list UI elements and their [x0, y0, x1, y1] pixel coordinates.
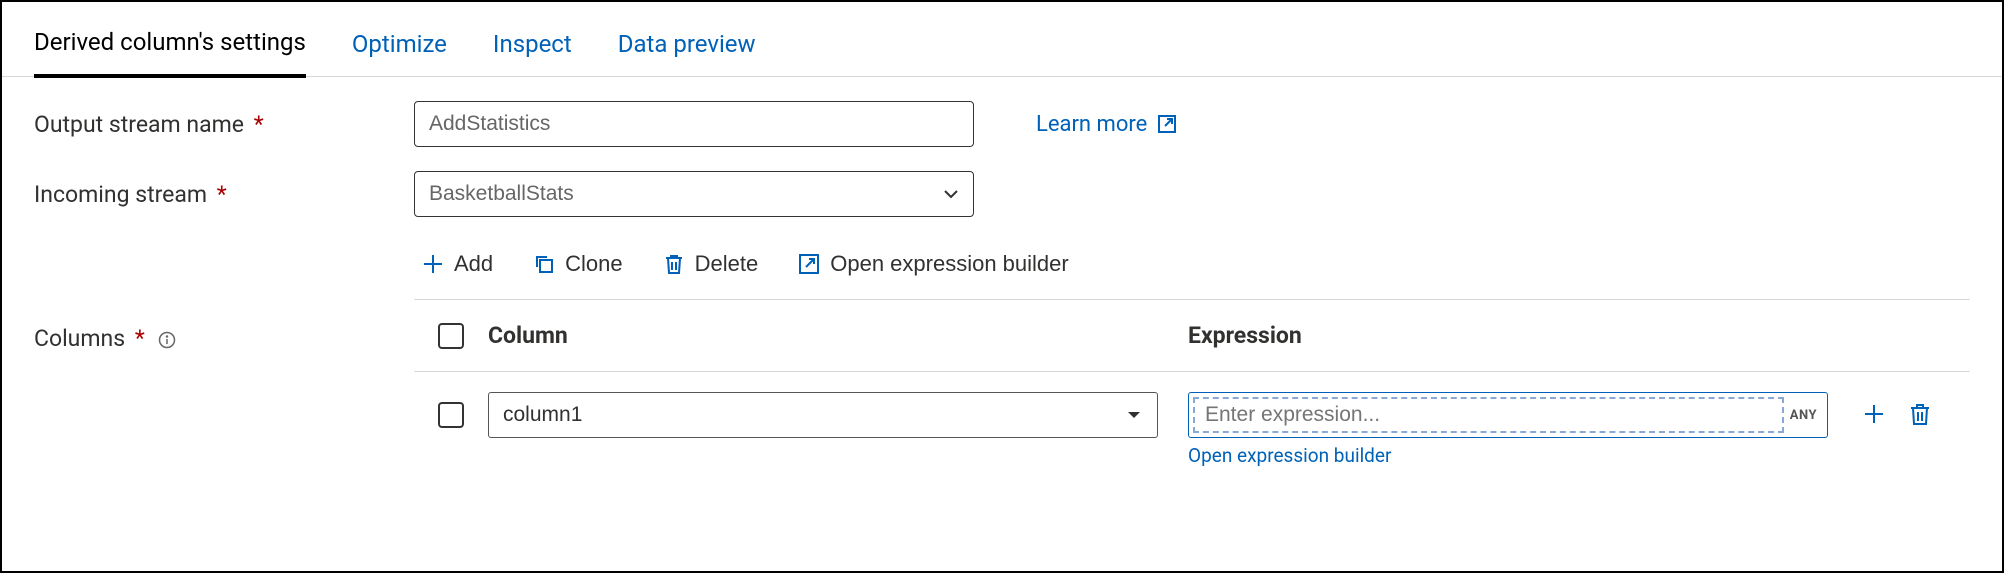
columns-label: Columns * [34, 241, 414, 352]
tab-optimize[interactable]: Optimize [352, 24, 447, 76]
open-expression-builder-link[interactable]: Open expression builder [1188, 444, 1391, 467]
trash-icon [663, 253, 685, 275]
tab-data-preview[interactable]: Data preview [618, 24, 756, 76]
delete-row-button[interactable] [1906, 400, 1934, 431]
tab-inspect[interactable]: Inspect [493, 24, 572, 76]
incoming-stream-select[interactable]: BasketballStats [414, 171, 974, 217]
delete-label: Delete [695, 251, 759, 277]
required-marker: * [135, 325, 145, 352]
clone-button[interactable]: Clone [531, 247, 624, 281]
columns-main: Add Clone [414, 241, 1970, 467]
select-all-checkbox[interactable] [438, 323, 464, 349]
expression-type-badge: ANY [1784, 408, 1823, 423]
header-expression: Expression [1188, 322, 1970, 349]
columns-area: Columns * [34, 241, 1970, 467]
derived-column-settings-panel: Derived column's settings Optimize Inspe… [0, 0, 2004, 573]
expression-input-box: ANY [1188, 392, 1828, 438]
required-marker: * [217, 181, 227, 208]
tab-derived-column-settings[interactable]: Derived column's settings [34, 22, 306, 78]
settings-content: Output stream name * Learn more Incoming… [2, 77, 2002, 477]
row-checkbox[interactable] [438, 402, 464, 428]
label-incoming-stream: Incoming stream * [34, 181, 414, 208]
add-label: Add [454, 251, 493, 277]
plus-icon [1862, 402, 1886, 426]
delete-button[interactable]: Delete [661, 247, 761, 281]
column-name-select[interactable]: column1 [488, 392, 1158, 438]
learn-more-link[interactable]: Learn more [1036, 112, 1177, 137]
open-builder-label: Open expression builder [830, 251, 1068, 277]
label-incoming-stream-text: Incoming stream [34, 181, 207, 208]
label-output-stream-name-text: Output stream name [34, 111, 244, 138]
label-output-stream-name: Output stream name * [34, 111, 414, 138]
add-button[interactable]: Add [420, 247, 495, 281]
info-icon[interactable] [158, 331, 176, 349]
learn-more-text: Learn more [1036, 112, 1147, 137]
required-marker: * [254, 111, 264, 138]
clone-icon [533, 253, 555, 275]
columns-toolbar: Add Clone [414, 241, 1970, 299]
expression-input[interactable] [1193, 397, 1784, 433]
columns-label-text: Columns [34, 325, 125, 352]
clone-label: Clone [565, 251, 622, 277]
header-column: Column [488, 322, 1188, 349]
external-link-icon [1157, 114, 1177, 134]
output-stream-name-input[interactable] [414, 101, 974, 147]
row-output-stream-name: Output stream name * Learn more [34, 101, 1970, 147]
table-row: column1 ANY Ope [414, 372, 1970, 467]
incoming-stream-select-wrap: BasketballStats [414, 171, 974, 217]
open-external-icon [798, 253, 820, 275]
row-incoming-stream: Incoming stream * BasketballStats [34, 171, 1970, 217]
settings-tabs: Derived column's settings Optimize Inspe… [2, 2, 2002, 77]
add-row-button[interactable] [1860, 400, 1888, 431]
plus-icon [422, 253, 444, 275]
column-name-select-wrap: column1 [488, 392, 1158, 438]
open-expression-builder-button[interactable]: Open expression builder [796, 247, 1070, 281]
trash-icon [1908, 402, 1932, 426]
columns-table-header: Column Expression [414, 300, 1970, 371]
